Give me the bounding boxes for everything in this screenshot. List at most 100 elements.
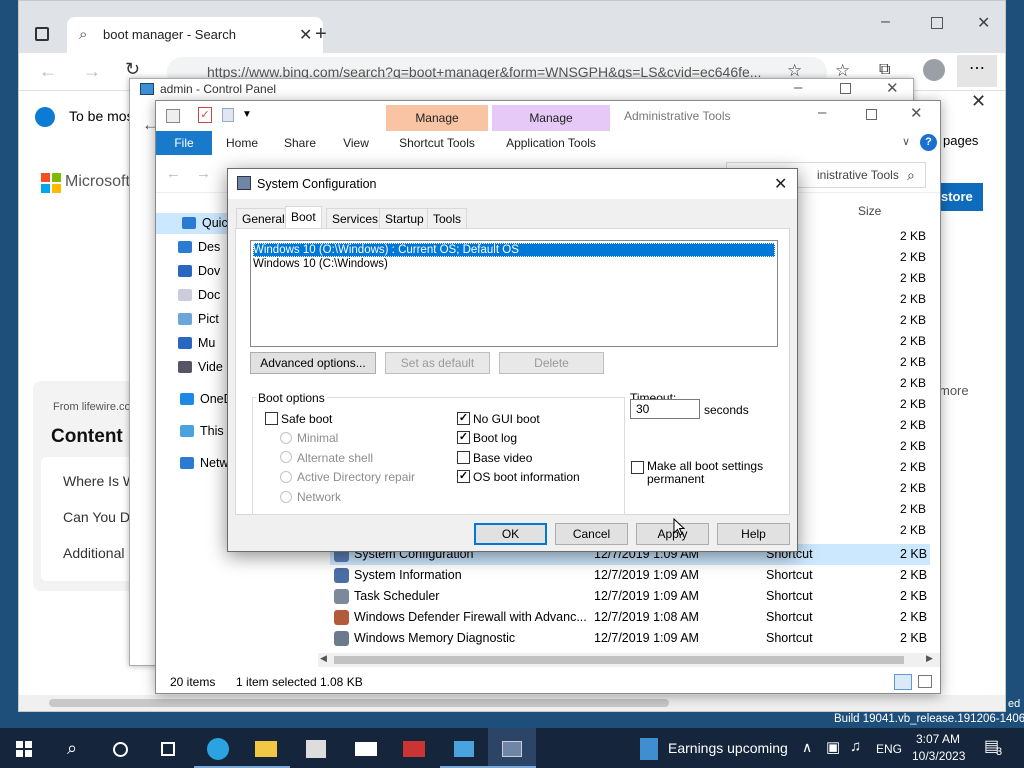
mail-taskbar-button[interactable] <box>342 728 390 768</box>
browser-tab[interactable]: ⌕ boot manager - Search ✕ <box>67 17 323 53</box>
clock-time[interactable]: 3:07 AM <box>916 732 960 746</box>
explorer-horizontal-scrollbar[interactable]: ◀ ▶ <box>318 653 940 667</box>
table-row[interactable]: System Information 12/7/2019 1:09 AM Sho… <box>330 565 930 586</box>
alternate-shell-radio[interactable] <box>280 451 292 463</box>
qat-properties-icon[interactable] <box>166 109 180 123</box>
msconfig-taskbar-button[interactable] <box>488 728 536 768</box>
scroll-thumb[interactable] <box>49 699 669 707</box>
browser-horizontal-scrollbar[interactable] <box>19 695 1005 711</box>
scroll-left-icon[interactable]: ◀ <box>320 653 327 664</box>
minimize-icon[interactable]: – <box>881 13 890 31</box>
new-tab-icon[interactable]: + <box>315 23 327 46</box>
nav-item-onedrive[interactable]: OneD <box>180 389 233 410</box>
close-tab-icon[interactable]: ✕ <box>299 25 312 45</box>
file-explorer-taskbar-button[interactable] <box>242 728 290 768</box>
profile-icon[interactable] <box>923 59 945 81</box>
nav-item-downloads[interactable]: Dov <box>178 261 220 282</box>
cancel-button[interactable]: Cancel <box>555 523 628 545</box>
tab-services[interactable]: Services <box>326 208 385 228</box>
toolbox-taskbar-button[interactable] <box>390 728 438 768</box>
tab-view[interactable]: View <box>332 131 380 155</box>
base-video-checkbox[interactable] <box>457 451 470 464</box>
close-icon[interactable]: ✕ <box>910 104 923 122</box>
nav-item-music[interactable]: Mu <box>178 333 215 354</box>
task-view-button[interactable] <box>144 728 192 768</box>
qat-dropdown-icon[interactable]: ▼ <box>242 109 252 120</box>
close-icon[interactable]: ✕ <box>886 79 899 97</box>
back-icon[interactable]: ← <box>166 165 181 182</box>
nav-item-network[interactable]: Netw <box>180 453 228 474</box>
ok-button[interactable]: OK <box>474 523 547 545</box>
tab-file[interactable]: File <box>156 131 212 155</box>
tab-startup[interactable]: Startup <box>379 208 430 228</box>
network-radio[interactable] <box>280 491 292 503</box>
more-text[interactable]: more <box>939 383 969 398</box>
content-item[interactable]: Additional <box>63 545 125 561</box>
column-header-size[interactable]: Size <box>858 204 881 218</box>
minimize-icon[interactable]: – <box>818 104 826 121</box>
set-as-default-button[interactable]: Set as default <box>385 352 490 374</box>
minimal-radio[interactable] <box>280 432 292 444</box>
table-row[interactable]: Windows Defender Firewall with Advanc...… <box>330 607 930 628</box>
qat-check-icon[interactable]: ✓ <box>198 107 212 123</box>
tab-shortcut-tools[interactable]: Shortcut Tools <box>386 131 488 155</box>
qat-folder-icon[interactable] <box>222 108 234 122</box>
table-row[interactable]: Windows Memory Diagnostic 12/7/2019 1:09… <box>330 628 930 649</box>
tab-actions-icon[interactable] <box>35 27 49 41</box>
store-taskbar-button[interactable] <box>292 728 340 768</box>
boot-log-checkbox[interactable]: ✓ <box>457 431 470 444</box>
nav-item-pictures[interactable]: Pict <box>178 309 219 330</box>
language-indicator[interactable]: ENG <box>876 742 902 756</box>
maximize-icon[interactable] <box>931 17 943 29</box>
news-icon[interactable] <box>640 738 658 760</box>
table-row[interactable]: Task Scheduler 12/7/2019 1:09 AM Shortcu… <box>330 586 930 607</box>
nav-item-videos[interactable]: Vide <box>178 357 223 378</box>
network-icon[interactable]: ▣ <box>826 738 840 756</box>
help-button[interactable]: Help <box>717 523 790 545</box>
menu-icon[interactable]: ⋯ <box>957 55 997 87</box>
list-item[interactable]: Windows 10 (C:\Windows) <box>253 257 775 271</box>
cortana-button[interactable] <box>96 728 144 768</box>
clock-date[interactable]: 10/3/2023 <box>912 749 965 763</box>
safe-boot-checkbox[interactable] <box>265 412 278 425</box>
content-item[interactable]: Can You Di <box>63 509 133 525</box>
no-gui-boot-checkbox[interactable]: ✓ <box>457 412 470 425</box>
close-window-icon[interactable]: ✕ <box>977 13 990 33</box>
advanced-options-button[interactable]: Advanced options... <box>250 352 376 374</box>
forward-icon[interactable]: → <box>196 165 211 182</box>
maximize-icon[interactable] <box>866 109 877 120</box>
tab-tools[interactable]: Tools <box>427 208 468 228</box>
control-panel-taskbar-button[interactable] <box>440 728 488 768</box>
details-view-icon[interactable] <box>894 674 912 690</box>
start-button[interactable] <box>0 728 48 768</box>
scroll-right-icon[interactable]: ▶ <box>926 653 933 664</box>
ad-repair-radio[interactable] <box>280 471 292 483</box>
tab-home[interactable]: Home <box>218 131 266 155</box>
os-boot-info-checkbox[interactable]: ✓ <box>457 470 470 483</box>
make-permanent-checkbox[interactable] <box>631 461 644 474</box>
list-item[interactable]: Windows 10 (O:\Windows) : Current OS; De… <box>253 243 775 257</box>
maximize-icon[interactable] <box>840 83 851 94</box>
forward-icon[interactable]: → <box>83 61 101 82</box>
tab-boot[interactable]: Boot <box>285 206 322 229</box>
tab-general[interactable]: General <box>236 208 291 228</box>
delete-button[interactable]: Delete <box>499 352 604 374</box>
tab-application-tools[interactable]: Application Tools <box>492 131 610 155</box>
store-button[interactable]: store <box>939 183 983 211</box>
scroll-thumb[interactable] <box>334 656 904 664</box>
large-icons-view-icon[interactable] <box>918 675 932 688</box>
boot-entries-list[interactable]: Windows 10 (O:\Windows) : Current OS; De… <box>250 240 778 347</box>
volume-icon[interactable]: ♫ <box>850 738 861 755</box>
help-icon[interactable]: ? <box>920 134 937 151</box>
tab-share[interactable]: Share <box>276 131 324 155</box>
close-icon[interactable]: ✕ <box>774 174 787 194</box>
nav-item-documents[interactable]: Doc <box>178 285 220 306</box>
search-button[interactable]: ⌕ <box>48 728 96 768</box>
nav-item-desktop[interactable]: Des <box>178 237 220 258</box>
show-hidden-icons[interactable]: ∧ <box>802 739 812 756</box>
timeout-input[interactable]: 30 <box>630 399 700 419</box>
edge-taskbar-button[interactable] <box>194 728 242 768</box>
content-item[interactable]: Where Is W <box>63 473 136 489</box>
expand-ribbon-icon[interactable]: ∨ <box>902 135 910 148</box>
collections-icon[interactable]: ⧉ <box>879 61 890 79</box>
